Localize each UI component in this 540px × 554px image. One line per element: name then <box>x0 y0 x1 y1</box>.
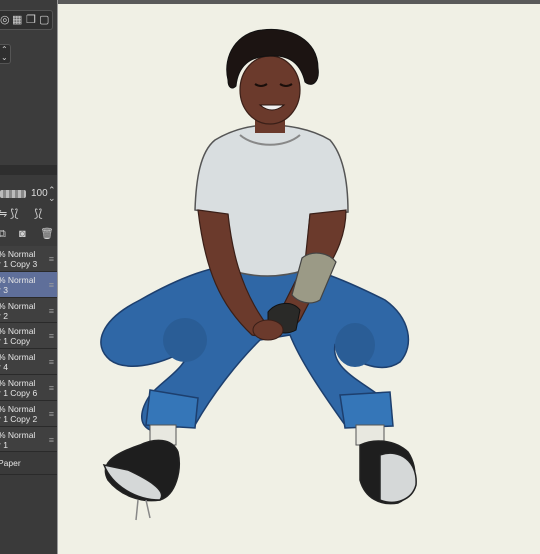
layer-name: r 1 Copy 6 <box>0 387 38 398</box>
layer-name: Paper <box>0 458 21 469</box>
layer-row-selected[interactable]: % Normal r 3 ≡ <box>0 271 57 298</box>
layer-name: r 4 <box>0 362 8 373</box>
layer-blend-mode: % Normal <box>0 274 36 285</box>
trash-icon[interactable]: 🗑 <box>40 228 54 240</box>
layer-row[interactable]: % Normal r 4 ≡ <box>0 349 57 375</box>
lock-icon[interactable]: ◎ <box>0 14 10 26</box>
stack-icon[interactable]: ❐ <box>26 14 36 26</box>
character-illustration <box>100 28 417 521</box>
layer-name: r 1 Copy <box>0 336 31 347</box>
layer-blend-mode: % Normal <box>0 300 36 311</box>
grip-icon[interactable]: ≡ <box>49 435 54 445</box>
layer-panel: ◎ ▦ ❐ ▢ ⌃ ⌄ 100 ⌃ ⌄ ⇋ ⟆⟅ ⟆⟅ ⧉ ◙ 🗑 % Normal… <box>0 0 57 554</box>
layer-row[interactable]: % Normal r 1 Copy ≡ <box>0 323 57 350</box>
right-sneaker <box>359 440 417 505</box>
layer-name: r 1 Copy 3 <box>0 259 38 269</box>
jeans <box>100 261 410 431</box>
panel-divider <box>0 165 57 175</box>
drawing-canvas[interactable] <box>57 0 540 554</box>
layer-blend-mode: % Normal <box>0 352 36 363</box>
layer-row[interactable]: % Normal r 2 ≡ <box>0 297 57 324</box>
layer-action-icons: ⧉ ◙ 🗑 <box>0 228 57 244</box>
layer-list: % Normal r 1 Copy 3 ≡ % Normal r 3 ≡ % N… <box>0 246 57 476</box>
layer-toolbar: ◎ ▦ ❐ ▢ <box>0 10 53 30</box>
clip-icon[interactable]: ⇋ <box>0 208 7 220</box>
layer-row[interactable]: % Normal r 1 Copy 6 ≡ <box>0 374 57 401</box>
panel-top-section: ◎ ▦ ❐ ▢ ⌃ ⌄ <box>0 0 57 166</box>
layer-name: r 1 Copy 2 <box>0 413 38 424</box>
stepper-icon: ⌃ ⌄ <box>1 45 8 62</box>
layer-name: r 3 <box>0 284 8 295</box>
grip-icon[interactable]: ≡ <box>49 254 54 264</box>
opacity-value: 100 <box>31 188 48 199</box>
layer-row[interactable]: % Normal r 1 ≡ <box>0 426 57 453</box>
layer-blend-mode: % Normal <box>0 326 36 337</box>
mask-icon[interactable]: ◙ <box>19 228 26 240</box>
layer-name: r 2 <box>0 310 8 321</box>
layer-row[interactable]: % Normal r 1 Copy 2 ≡ <box>0 400 57 427</box>
grip-icon[interactable]: ≡ <box>49 280 54 290</box>
layer-blend-mode: % Normal <box>0 429 36 440</box>
face <box>239 55 301 125</box>
layer-blend-mode: % Normal <box>0 249 36 259</box>
layer-blend-mode: % Normal <box>0 403 36 414</box>
canvas-edge <box>57 0 58 554</box>
layer-row-paper[interactable]: Paper <box>0 452 57 476</box>
opacity-slider[interactable] <box>0 190 26 198</box>
draft-icon[interactable]: ⟆⟅ <box>34 208 43 220</box>
left-sneaker <box>102 439 180 521</box>
hands <box>252 319 284 341</box>
layer-blend-mode: % Normal <box>0 377 36 388</box>
checker-icon[interactable]: ▦ <box>12 14 22 26</box>
canvas-top-strip <box>57 0 540 4</box>
expand-icon[interactable]: ▢ <box>39 14 49 26</box>
grip-icon[interactable]: ≡ <box>49 383 54 393</box>
grip-icon[interactable]: ≡ <box>49 357 54 367</box>
layer-row[interactable]: % Normal r 1 Copy 3 ≡ <box>0 246 57 272</box>
opacity-control[interactable]: 100 ⌃ ⌄ <box>0 186 57 203</box>
grip-icon[interactable]: ≡ <box>49 409 54 419</box>
layer-mode-icons: ⇋ ⟆⟅ ⟆⟅ <box>0 208 57 224</box>
reference-icon[interactable]: ⟆⟅ <box>10 208 19 220</box>
new-layer-icon[interactable]: ⧉ <box>0 228 6 240</box>
layer-name: r 1 <box>0 439 8 450</box>
blend-mode-select[interactable]: ⌃ ⌄ <box>0 44 11 64</box>
grip-icon[interactable]: ≡ <box>49 331 54 341</box>
grip-icon[interactable]: ≡ <box>49 306 54 316</box>
opacity-stepper-icon[interactable]: ⌃ ⌄ <box>48 186 56 203</box>
